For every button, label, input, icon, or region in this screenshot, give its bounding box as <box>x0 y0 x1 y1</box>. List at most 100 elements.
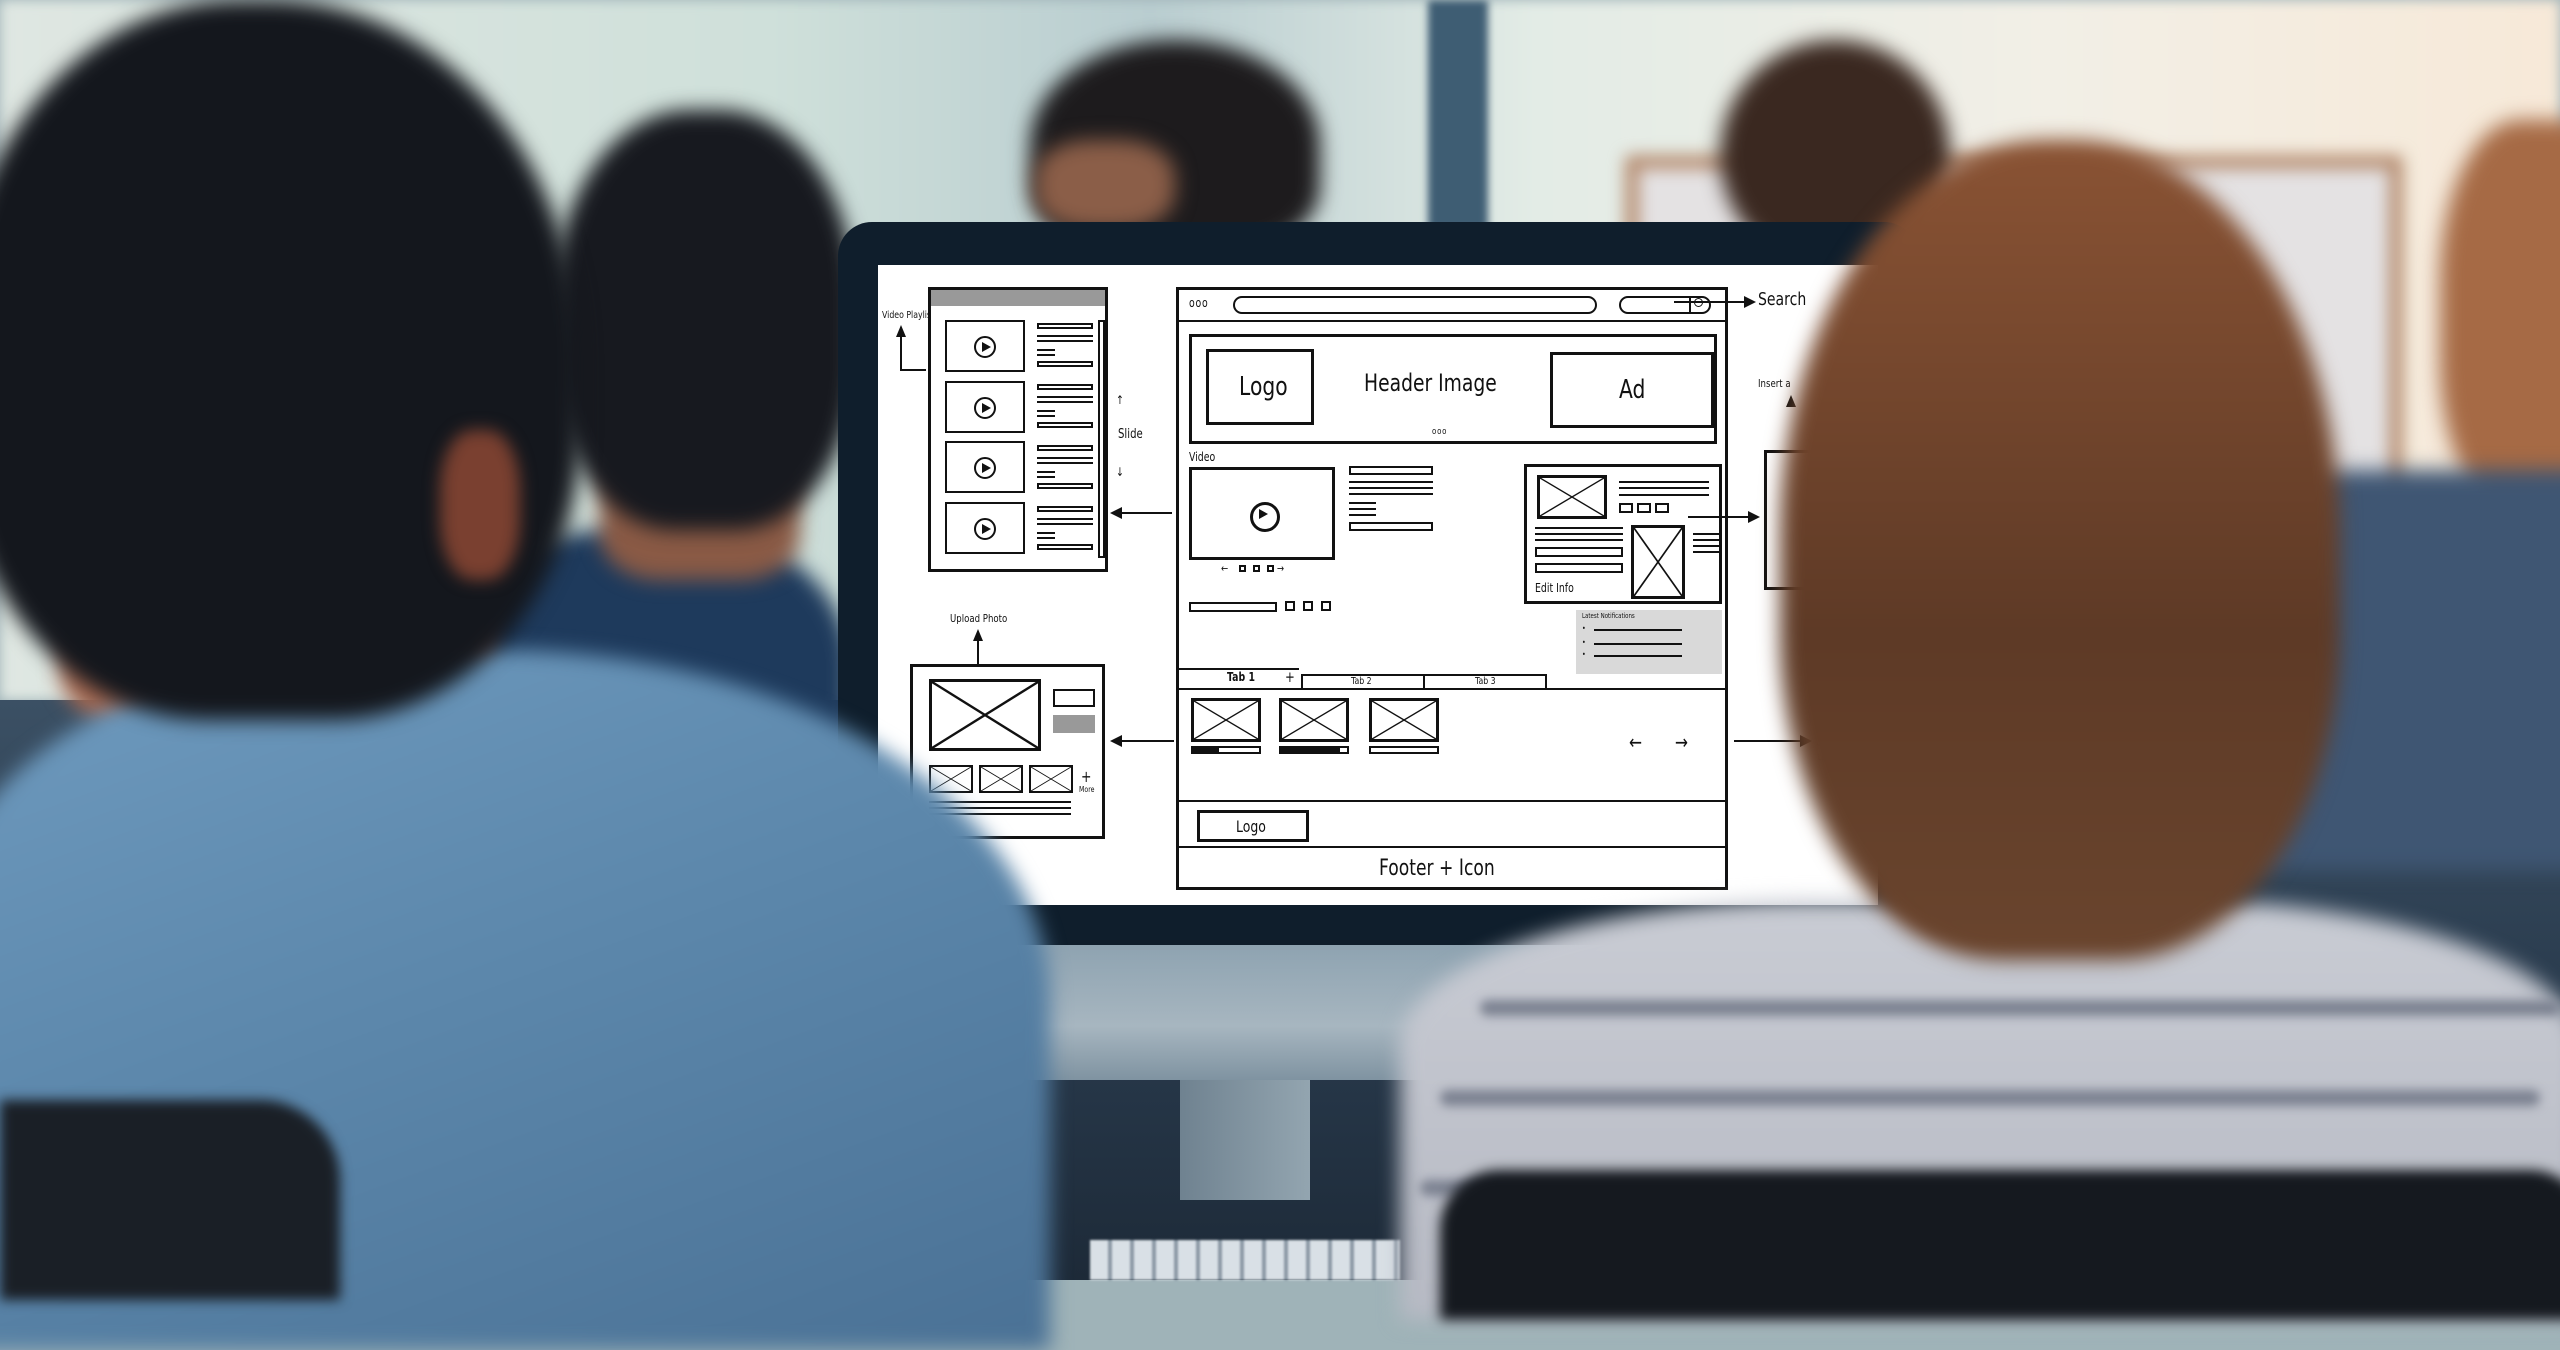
arrow-right-icon <box>1744 296 1756 308</box>
play-icon[interactable] <box>974 518 996 540</box>
chair <box>1440 1170 2560 1320</box>
playlist-item-text <box>1037 384 1093 432</box>
profile-option[interactable] <box>1619 503 1633 513</box>
header-logo-box[interactable]: Logo <box>1206 349 1314 425</box>
window-dots: ooo <box>1189 296 1209 310</box>
arrow-right-icon <box>1748 511 1760 523</box>
woman-hair <box>1780 140 2340 960</box>
notification-item[interactable] <box>1594 655 1682 657</box>
playlist-item-thumb[interactable] <box>945 320 1025 372</box>
play-icon[interactable] <box>974 397 996 419</box>
video-next-arrow[interactable]: → <box>1277 562 1284 575</box>
playlist-slide-label: Slide <box>1118 427 1143 442</box>
video-page-dot[interactable] <box>1267 565 1274 572</box>
arrow-line <box>1688 516 1748 518</box>
address-bar[interactable] <box>1233 296 1597 314</box>
play-icon[interactable] <box>1250 502 1280 532</box>
play-icon[interactable] <box>974 336 996 358</box>
gallery-prev-arrow[interactable]: ← <box>1629 730 1642 754</box>
shirt-stripe <box>1440 1090 2540 1106</box>
notification-item[interactable] <box>1594 629 1682 631</box>
playlist-scrollbar[interactable] <box>1098 320 1105 558</box>
footer-label: Footer + Icon <box>1379 856 1495 881</box>
upload-input[interactable] <box>1053 689 1095 707</box>
playlist-item-thumb[interactable] <box>945 381 1025 433</box>
option-checkbox[interactable] <box>1303 601 1313 611</box>
profile-avatar-placeholder[interactable] <box>1631 525 1685 599</box>
playlist-item-text <box>1037 323 1093 371</box>
arrow-line <box>900 369 926 371</box>
playlist-item-thumb[interactable] <box>945 502 1025 554</box>
scroll-up-arrow: ↑ <box>1116 393 1124 407</box>
video-page-dot[interactable] <box>1253 565 1260 572</box>
add-tab-button[interactable]: + <box>1285 668 1295 686</box>
keyboard <box>1090 1240 1400 1280</box>
playlist-item-thumb[interactable] <box>945 441 1025 493</box>
option-checkbox[interactable] <box>1321 601 1331 611</box>
profile-field[interactable] <box>1535 547 1623 557</box>
profile-card: Edit Info <box>1524 464 1722 604</box>
notification-bullet: • <box>1582 650 1586 659</box>
video-label: Video <box>1189 450 1216 464</box>
gallery-image-placeholder[interactable] <box>1191 698 1261 742</box>
thumb-placeholder[interactable] <box>1029 765 1073 793</box>
middle-person-head <box>555 110 855 530</box>
gallery-image-placeholder[interactable] <box>1369 698 1439 742</box>
playlist-item-text <box>1037 445 1093 493</box>
more-plus-icon[interactable]: + <box>1081 767 1091 786</box>
video-page-dot[interactable] <box>1239 565 1246 572</box>
comment-input[interactable] <box>1189 602 1277 612</box>
gallery-progress-fill <box>1193 748 1220 752</box>
profile-option[interactable] <box>1637 503 1651 513</box>
search-icon[interactable] <box>1689 296 1709 314</box>
carousel-dots[interactable]: ooo <box>1432 427 1447 437</box>
photo-placeholder[interactable] <box>929 679 1041 751</box>
playlist-item-text <box>1037 506 1093 554</box>
gallery-progress-bar <box>1369 746 1439 754</box>
upload-button[interactable] <box>1053 715 1095 733</box>
monitor-screen: Video Playlist ↑ Slide ↓ Upload Photo + … <box>878 265 1878 905</box>
arrow-left-icon <box>1110 507 1122 519</box>
video-player[interactable] <box>1189 467 1335 560</box>
insert-annotation: Insert a <box>1758 377 1791 390</box>
video-playlist-panel <box>928 287 1108 572</box>
scroll-down-arrow: ↓ <box>1116 465 1124 479</box>
footer-logo-box[interactable]: Logo <box>1197 810 1309 842</box>
ad-box[interactable]: Ad <box>1550 352 1714 428</box>
gallery-next-arrow[interactable]: → <box>1675 730 1688 754</box>
notifications-title: Latest Notifications <box>1582 612 1635 620</box>
gallery-progress-bar <box>1191 746 1261 754</box>
video-playlist-annotation: Video Playlist <box>882 310 935 321</box>
notifications-panel: Latest Notifications • • • <box>1576 610 1722 674</box>
upload-photo-annotation: Upload Photo <box>950 612 1008 625</box>
video-action-field <box>1349 522 1433 531</box>
profile-field[interactable] <box>1535 563 1623 573</box>
notification-item[interactable] <box>1594 643 1682 645</box>
profile-image-placeholder[interactable] <box>1537 475 1607 519</box>
notification-bullet: • <box>1582 624 1586 633</box>
tab-1[interactable]: Tab 1 <box>1227 670 1255 684</box>
footer-logo-text: Logo <box>1236 817 1266 836</box>
video-title-field <box>1349 466 1433 475</box>
arrow-line <box>1122 740 1174 742</box>
chair-left <box>0 1100 340 1300</box>
shirt-stripe <box>1480 1000 2560 1016</box>
option-checkbox[interactable] <box>1285 601 1295 611</box>
edit-info-link[interactable]: Edit Info <box>1535 581 1574 595</box>
search-input[interactable] <box>1619 296 1711 314</box>
ad-text: Ad <box>1619 375 1646 405</box>
play-icon[interactable] <box>974 457 996 479</box>
thumb-placeholder[interactable] <box>979 765 1023 793</box>
arrow-left-icon <box>1110 735 1122 747</box>
video-prev-arrow[interactable]: ← <box>1221 562 1228 575</box>
gallery-section <box>1179 690 1725 802</box>
more-label[interactable]: More <box>1079 785 1094 794</box>
header-image-label: Header Image <box>1364 369 1497 397</box>
left-person-ear <box>440 430 520 580</box>
tab-3: Tab 3 <box>1475 676 1496 687</box>
gallery-progress-fill <box>1281 748 1341 752</box>
profile-option[interactable] <box>1655 503 1669 513</box>
gallery-progress-bar <box>1279 746 1349 754</box>
gallery-image-placeholder[interactable] <box>1279 698 1349 742</box>
arrow-line <box>1122 512 1172 514</box>
